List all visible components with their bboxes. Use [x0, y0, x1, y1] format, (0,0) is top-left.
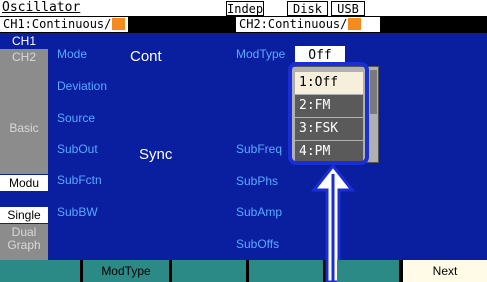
param-subout-value[interactable]: Sync — [139, 146, 172, 163]
tab-blank — [0, 192, 48, 206]
tab-single[interactable]: Single — [0, 207, 48, 223]
fkey-3[interactable] — [172, 260, 246, 282]
mode-indicator: Indep — [226, 1, 264, 16]
tab-ch2[interactable]: CH2 — [0, 49, 48, 82]
ch1-status-mark — [112, 18, 126, 30]
param-suboffs-label[interactable]: SubOffs — [236, 237, 279, 251]
param-mode-label[interactable]: Mode — [57, 47, 87, 61]
ch2-status-text: CH2:Continuous/ — [239, 17, 348, 31]
param-subout-label[interactable]: SubOut — [57, 142, 98, 156]
param-deviation-label[interactable]: Deviation — [57, 79, 107, 93]
dropdown-highlight-frame — [288, 62, 369, 165]
window-title: Oscillator — [2, 0, 81, 15]
tab-modu[interactable]: Modu — [0, 175, 48, 191]
param-subfctn-label[interactable]: SubFctn — [57, 173, 102, 187]
ch2-status: CH2:Continuous/ — [236, 17, 380, 32]
disk-button[interactable]: Disk — [287, 1, 328, 16]
tab-dual-graph[interactable]: Dual Graph — [0, 224, 48, 260]
param-mode-value[interactable]: Cont — [130, 48, 162, 65]
fkey-4[interactable] — [249, 260, 323, 282]
fkey-modtype[interactable]: ModType — [83, 260, 169, 282]
tab-ch1[interactable]: CH1 — [0, 35, 48, 49]
param-subbw-label[interactable]: SubBW — [57, 205, 98, 219]
param-subfreq-label[interactable]: SubFreq — [236, 142, 282, 156]
param-source-label[interactable]: Source — [57, 111, 95, 125]
tab-graph-label: Graph — [7, 238, 41, 252]
dropdown-scrollbar[interactable] — [370, 70, 377, 114]
ch2-status-mark — [348, 18, 362, 30]
param-modtype-label[interactable]: ModType — [236, 47, 285, 61]
ch1-status: CH1:Continuous/ — [0, 17, 128, 32]
param-subamp-label[interactable]: SubAmp — [236, 205, 282, 219]
ch1-status-text: CH1:Continuous/ — [3, 17, 112, 31]
fkey-next[interactable]: Next — [403, 260, 487, 282]
usb-button[interactable]: USB — [331, 1, 365, 16]
tab-basic[interactable]: Basic — [0, 82, 48, 174]
fkey-1[interactable] — [0, 260, 80, 282]
fkey-5[interactable] — [337, 260, 399, 282]
oscillator-screen: Oscillator Indep Disk USB CH1:Continuous… — [0, 0, 487, 282]
param-subphs-label[interactable]: SubPhs — [236, 174, 278, 188]
